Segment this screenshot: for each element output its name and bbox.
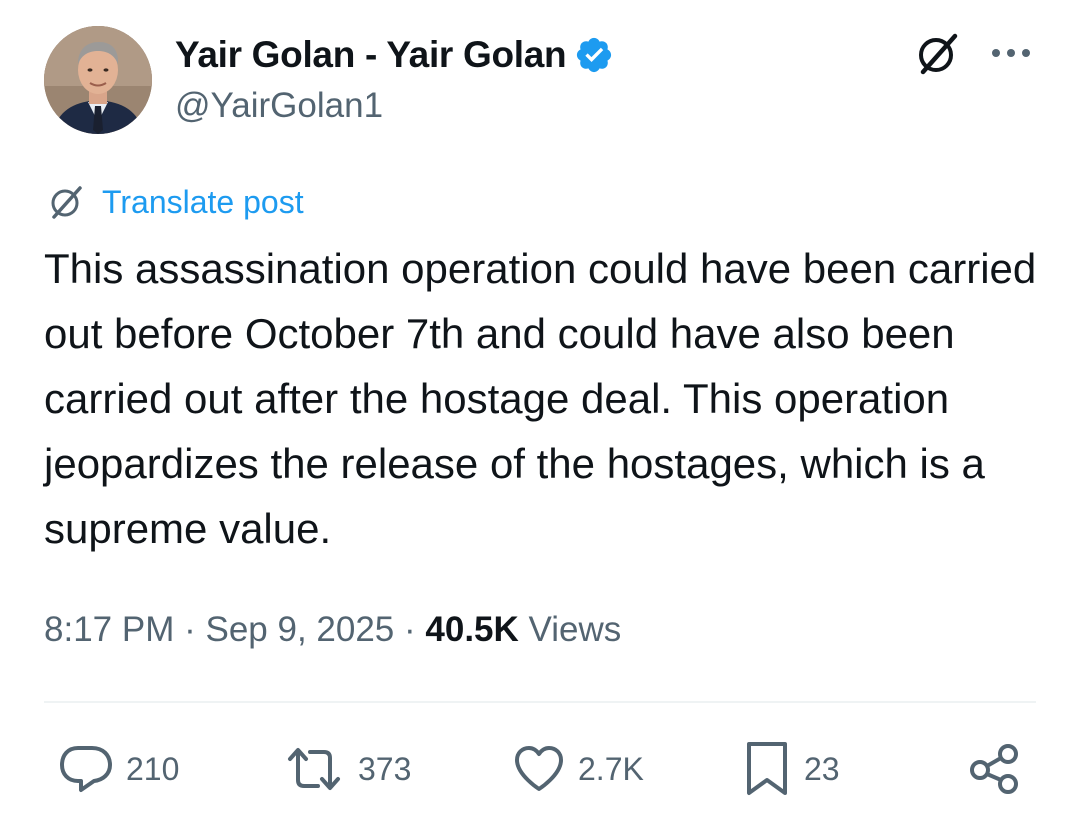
views-count: 40.5K [425,610,519,649]
views-label: Views [528,610,622,649]
bookmark-count: 23 [804,750,840,787]
bookmark-icon [742,740,792,798]
divider [44,701,1036,703]
repost-button[interactable]: 373 [282,740,411,798]
post-date[interactable]: Sep 9, 2025 [205,610,394,649]
meta-separator: · [184,610,196,649]
post-time[interactable]: 8:17 PM [44,610,174,649]
author-display-name[interactable]: Yair Golan - Yair Golan [175,34,567,76]
reply-icon [58,743,114,795]
share-icon [968,742,1022,796]
translate-post-label[interactable]: Translate post [102,184,304,221]
post-meta: 8:17 PM · Sep 9, 2025 · 40.5K Views [44,606,621,654]
repost-count: 373 [358,750,412,787]
more-horizontal-icon[interactable] [988,40,1034,66]
bookmark-button[interactable]: 23 [742,740,840,798]
grok-icon[interactable] [912,28,964,80]
avatar[interactable] [44,26,152,134]
like-button[interactable]: 2.7K [512,740,644,798]
heart-icon [512,744,566,794]
avatar-portrait [44,26,152,134]
reply-count: 210 [126,750,180,787]
repost-icon [282,743,346,795]
author-handle[interactable]: @YairGolan1 [175,86,383,126]
reply-button[interactable]: 210 [58,740,179,798]
translate-post-link[interactable]: Translate post [46,180,304,224]
like-count: 2.7K [578,750,644,787]
meta-separator: · [404,610,416,649]
share-button[interactable] [968,740,1022,798]
post-text: This assassination operation could have … [44,245,1037,552]
grok-icon [46,182,86,222]
verified-badge-icon[interactable] [574,35,614,75]
author-name-row[interactable]: Yair Golan - Yair Golan [175,32,614,78]
